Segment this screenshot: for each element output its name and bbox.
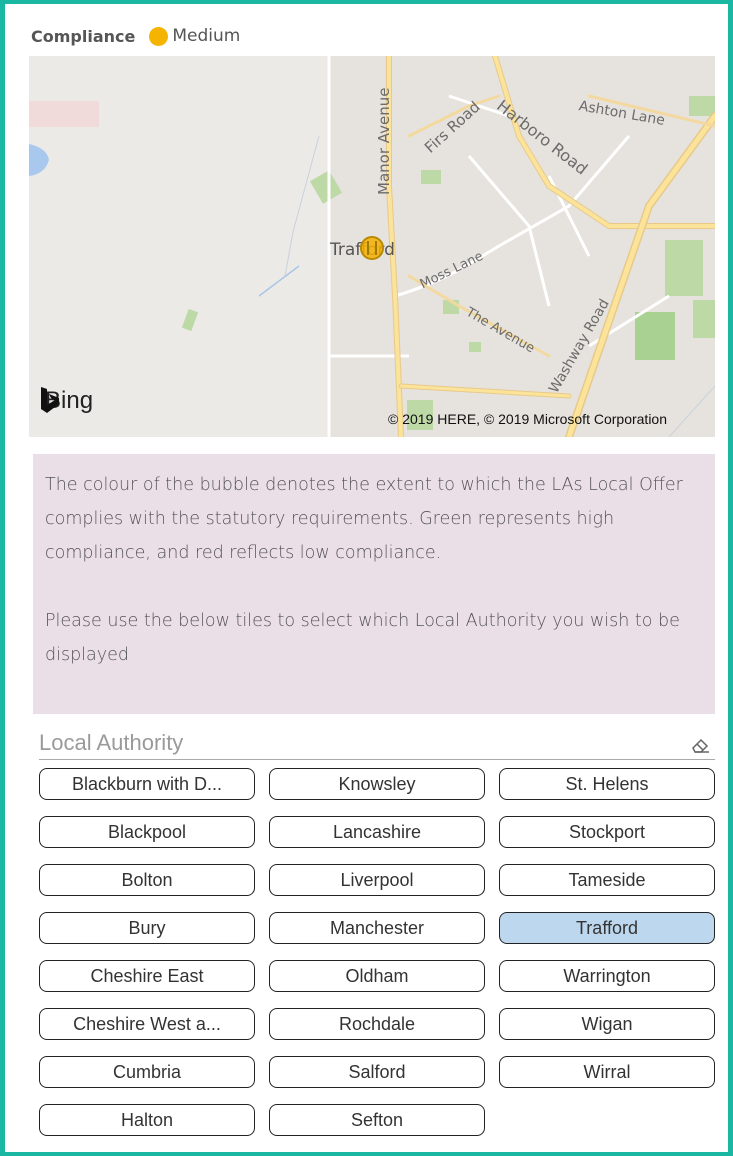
slicer-tile[interactable]: Cheshire East <box>39 960 255 992</box>
slicer-tile[interactable]: Oldham <box>269 960 485 992</box>
slicer-tile[interactable]: Bury <box>39 912 255 944</box>
slicer-tile[interactable]: Trafford <box>499 912 715 944</box>
eraser-icon[interactable] <box>689 734 711 756</box>
slicer-tile[interactable]: Wirral <box>499 1056 715 1088</box>
bing-icon <box>41 387 59 413</box>
map-copyright: © 2019 HERE, © 2019 Microsoft Corporatio… <box>388 411 667 427</box>
road-label-manor-avenue: Manor Avenue <box>375 87 393 195</box>
bing-logo: Bing <box>39 387 93 415</box>
slicer-tile[interactable]: Liverpool <box>269 864 485 896</box>
map[interactable]: Manor Avenue Firs Road Harboro Road Asht… <box>29 56 715 437</box>
slicer-tile[interactable]: Wigan <box>499 1008 715 1040</box>
visual-frame: Compliance Medium Manor Avenue Firs Road… <box>0 0 733 1156</box>
legend-title: Compliance <box>31 26 136 46</box>
slicer-tile[interactable]: Manchester <box>269 912 485 944</box>
slicer-tiles: Blackburn with D... Knowsley St. Helens Bla… <box>39 768 715 1136</box>
slicer-header: Local Authority <box>39 728 715 760</box>
slicer-tile[interactable]: Tameside <box>499 864 715 896</box>
slicer-tile[interactable]: Lancashire <box>269 816 485 848</box>
slicer-tile[interactable]: Warrington <box>499 960 715 992</box>
info-paragraph-1: The colour of the bubble denotes the ext… <box>45 475 683 563</box>
slicer-tile[interactable]: Bolton <box>39 864 255 896</box>
slicer-tile[interactable]: St. Helens <box>499 768 715 800</box>
info-paragraph-2: Please use the below tiles to select whi… <box>45 611 680 665</box>
slicer-tile[interactable]: Stockport <box>499 816 715 848</box>
slicer-tile[interactable]: Cumbria <box>39 1056 255 1088</box>
slicer-title: Local Authority <box>39 730 184 755</box>
slicer-tile[interactable]: Halton <box>39 1104 255 1136</box>
slicer-tile[interactable]: Blackburn with D... <box>39 768 255 800</box>
legend-item-label[interactable]: Medium <box>172 26 240 46</box>
legend-medium-dot <box>149 26 169 46</box>
slicer-tile[interactable]: Blackpool <box>39 816 255 848</box>
slicer-tile[interactable]: Knowsley <box>269 768 485 800</box>
legend: Compliance Medium <box>31 24 240 48</box>
slicer-tile[interactable]: Sefton <box>269 1104 485 1136</box>
slicer-tile[interactable]: Cheshire West a... <box>39 1008 255 1040</box>
trafford-compliance-bubble[interactable] <box>360 236 384 260</box>
info-textbox: The colour of the bubble denotes the ext… <box>33 454 715 714</box>
slicer-tile[interactable]: Salford <box>269 1056 485 1088</box>
slicer-tile[interactable]: Rochdale <box>269 1008 485 1040</box>
